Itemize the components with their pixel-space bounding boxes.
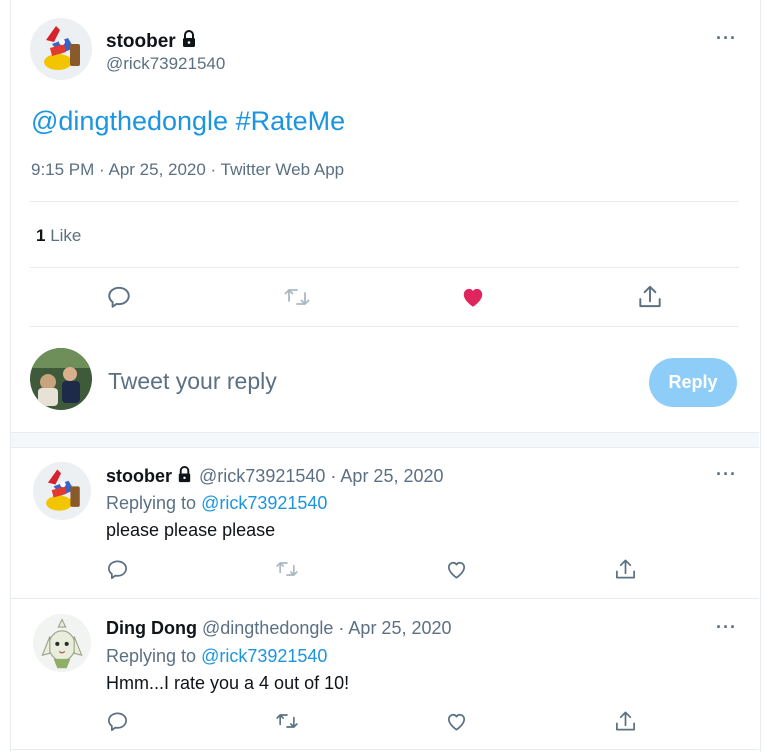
divider [30, 201, 739, 202]
reply-text: Hmm...I rate you a 4 out of 10! [106, 673, 350, 693]
reply-author-handle[interactable]: @rick73921540 [199, 466, 325, 486]
replying-to-link[interactable]: @rick73921540 [201, 493, 327, 513]
reply-author-handle[interactable]: @dingthedongle [202, 618, 333, 638]
reply-header: Ding Dong @dingthedongle · Apr 25, 2020 [106, 618, 452, 639]
retweet-icon[interactable] [283, 284, 311, 310]
replying-to-label: Replying to [106, 493, 197, 513]
reply-button[interactable]: Reply [649, 358, 737, 407]
reply-date[interactable]: Apr 25, 2020 [340, 466, 443, 486]
like-icon[interactable] [445, 558, 468, 581]
replying-to-label: Replying to [106, 646, 197, 666]
like-icon[interactable] [445, 710, 468, 733]
reply-author-name[interactable]: Ding Dong [106, 618, 197, 638]
tweet-meta[interactable]: 9:15 PM · Apr 25, 2020 · Twitter Web App [31, 160, 344, 180]
more-options-icon[interactable]: ··· [716, 464, 737, 485]
more-options-icon[interactable]: ··· [716, 617, 737, 638]
author-handle[interactable]: @rick73921540 [106, 54, 225, 74]
reply-icon[interactable] [106, 710, 129, 733]
reply-date[interactable]: Apr 25, 2020 [348, 618, 451, 638]
reply-author-name[interactable]: stoober [106, 466, 172, 486]
more-options-icon[interactable]: ··· [716, 28, 737, 49]
divider [11, 749, 759, 750]
likes-stat[interactable]: 1 Like [36, 226, 81, 246]
reply-avatar[interactable] [33, 614, 91, 672]
author-name[interactable]: stoober [106, 29, 199, 55]
hashtag-link[interactable]: #RateMe [236, 106, 346, 136]
reply-avatar[interactable] [33, 462, 91, 520]
author-avatar[interactable] [30, 18, 92, 80]
replying-to: Replying to @rick73921540 [106, 493, 327, 514]
retweet-icon[interactable] [275, 710, 299, 732]
section-separator [11, 432, 759, 448]
reply-icon[interactable] [106, 284, 132, 310]
separator-dot: · [330, 466, 337, 486]
divider [30, 326, 739, 327]
divider [30, 267, 739, 268]
likes-count: 1 [36, 226, 46, 245]
divider [11, 598, 759, 599]
separator-dot: · [338, 618, 345, 638]
lock-icon [175, 465, 194, 489]
replying-to-link[interactable]: @rick73921540 [201, 646, 327, 666]
reply-text: please please please [106, 520, 276, 540]
liked-heart-icon[interactable] [460, 284, 486, 310]
user-avatar[interactable] [30, 348, 92, 410]
share-icon[interactable] [614, 557, 637, 582]
reply-icon[interactable] [106, 558, 129, 581]
likes-label: Like [50, 226, 82, 245]
share-icon[interactable] [637, 283, 663, 311]
tweet-text: @dingthedongle #RateMe [31, 106, 345, 137]
reply-header: stoober @rick73921540 · Apr 25, 2020 [106, 465, 444, 489]
tweet-reply-input[interactable]: Tweet your reply [108, 368, 628, 395]
lock-icon [179, 29, 199, 55]
share-icon[interactable] [614, 709, 637, 734]
replying-to: Replying to @rick73921540 [106, 646, 327, 667]
mention-link[interactable]: @dingthedongle [31, 106, 228, 136]
retweet-icon[interactable] [275, 558, 299, 580]
